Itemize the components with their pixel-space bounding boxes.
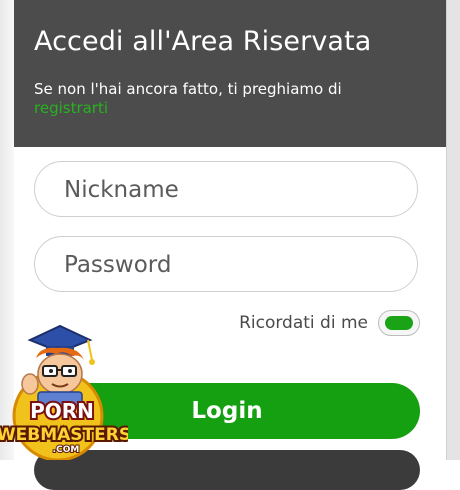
pointing-hand-icon [21, 373, 39, 395]
remember-me-row: Ricordati di me [239, 310, 420, 336]
page-right-edge [446, 0, 460, 460]
logo-text-porn: PORN [30, 399, 94, 423]
login-header: Accedi all'Area Riservata Se non l'hai a… [14, 0, 446, 147]
password-field-wrapper [34, 236, 418, 293]
page-title: Accedi all'Area Riservata [34, 26, 372, 57]
logo-text-com: .COM [53, 445, 80, 455]
remember-me-toggle[interactable] [378, 310, 420, 336]
nickname-input[interactable] [62, 162, 396, 218]
logo-text-webmasters: WEBMASTERS [0, 425, 128, 445]
register-link[interactable]: registrarti [34, 99, 108, 117]
toggle-on-indicator [385, 316, 413, 330]
register-prompt: Se non l'hai ancora fatto, ti preghiamo … [34, 80, 394, 118]
remember-me-label: Ricordati di me [239, 313, 368, 333]
pornwebmasters-logo: PORN WEBMASTERS .COM [0, 324, 128, 460]
register-prompt-text: Se non l'hai ancora fatto, ti preghiamo … [34, 80, 342, 98]
nickname-field-wrapper [34, 161, 418, 218]
password-input[interactable] [62, 237, 396, 293]
